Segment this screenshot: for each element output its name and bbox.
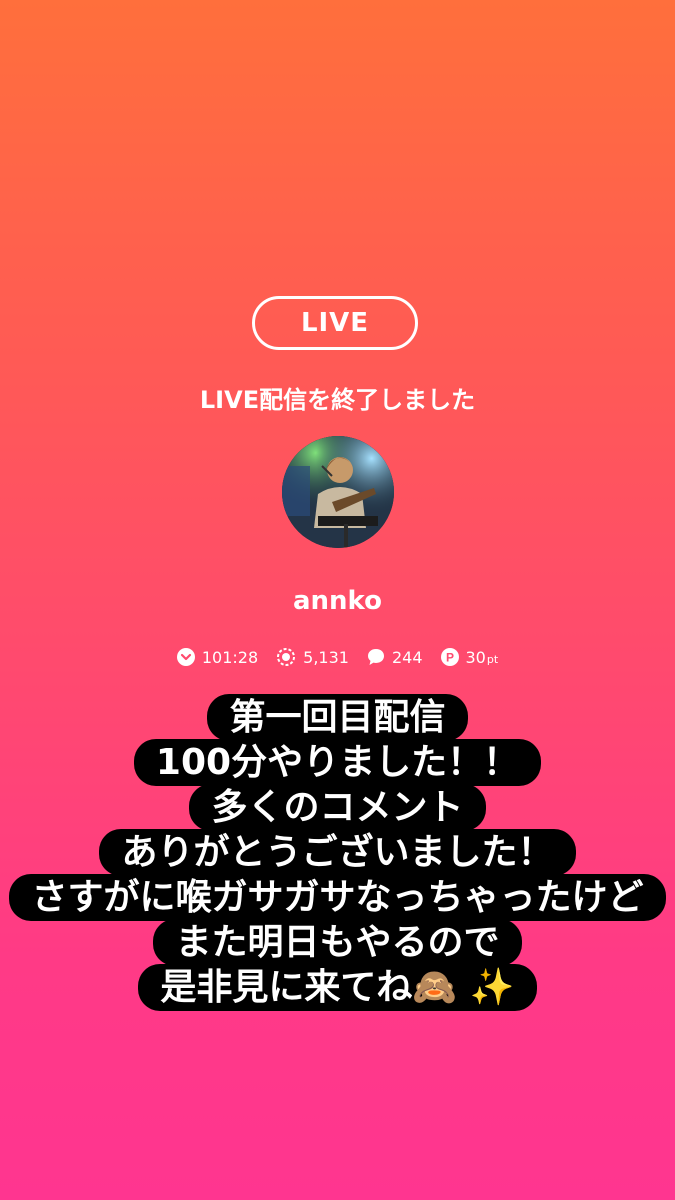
username[interactable]: annko: [0, 586, 675, 616]
caption-line: また明日もやるので: [153, 919, 522, 966]
live-ended-message: LIVE配信を終了しました: [199, 386, 476, 414]
clock-icon: [176, 648, 195, 666]
viewers-value: 5,131: [303, 647, 349, 667]
duration-value: 101:28: [201, 647, 259, 667]
caption-line: さすがに喉ガサガサなっちゃったけど: [9, 874, 666, 921]
svg-text:P: P: [445, 651, 453, 665]
caption-line: 是非見に来てね🙈 ✨: [138, 964, 537, 1011]
points-number: 30: [465, 647, 486, 667]
caption-line: 100分やりました！！: [133, 739, 542, 786]
comments-stat: 244: [367, 648, 423, 667]
points-value: 30pt: [466, 648, 499, 667]
caption-line: 第一回目配信: [207, 694, 468, 741]
points-icon: P: [440, 648, 459, 666]
live-badge: LIVE: [252, 296, 418, 350]
comments-value: 244: [391, 647, 423, 667]
points-stat: P 30pt: [440, 648, 499, 667]
avatar[interactable]: [282, 436, 394, 548]
viewers-icon: [277, 648, 296, 666]
story-caption: 第一回目配信 100分やりました！！ 多くのコメント ありがとうございました！ …: [0, 694, 675, 1011]
points-unit: pt: [486, 652, 499, 666]
live-stats: 101:28 5,131 244 P 30pt: [0, 647, 675, 667]
comment-icon: [367, 649, 384, 665]
viewers-stat: 5,131: [276, 647, 349, 667]
caption-line: ありがとうございました！: [99, 829, 576, 876]
caption-line: 多くのコメント: [189, 784, 486, 831]
duration-stat: 101:28: [176, 647, 259, 667]
avatar-photo: [282, 436, 394, 548]
